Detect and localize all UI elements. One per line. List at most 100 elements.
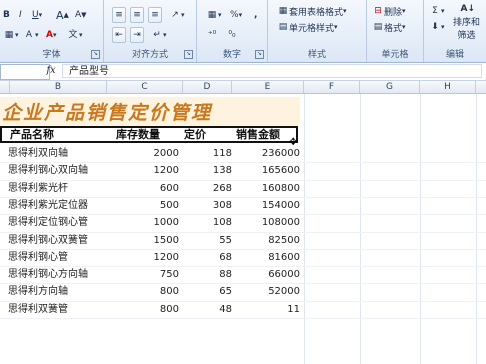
column-header-c[interactable]: C — [107, 81, 183, 93]
stock-cell[interactable]: 2000 — [107, 145, 179, 162]
select-all-corner[interactable] — [0, 81, 10, 93]
stock-cell[interactable]: 1200 — [107, 162, 179, 179]
decrease-indent-button[interactable]: ⇤ — [112, 27, 126, 43]
underline-button[interactable]: U ▾ — [31, 7, 43, 23]
table-row[interactable]: 思得利紫光定位器 500 308 154000 — [0, 197, 300, 214]
align-middle-button[interactable]: ≡ — [130, 7, 144, 23]
align-top-button[interactable]: ≡ — [112, 7, 126, 23]
table-row[interactable]: 思得利方向轴 800 65 52000 — [0, 283, 300, 300]
table-row[interactable]: 思得利双簧管 800 48 11 — [0, 301, 300, 318]
wrap-text-button[interactable]: ↵ ▾ — [150, 27, 168, 43]
stock-cell[interactable]: 1200 — [107, 249, 179, 266]
sales-cell[interactable]: 160800 — [232, 180, 300, 197]
formula-input[interactable]: 产品型号 — [62, 64, 482, 78]
borders-button[interactable]: ▦ ▾ — [2, 27, 20, 43]
product-name-cell[interactable]: 思得利钢心管 — [8, 249, 68, 266]
price-cell[interactable]: 308 — [183, 197, 232, 214]
price-cell[interactable]: 48 — [183, 301, 232, 318]
product-name-cell[interactable]: 思得利双簧管 — [8, 301, 68, 318]
price-cell[interactable]: 268 — [183, 180, 232, 197]
percent-button[interactable]: % ▾ — [229, 7, 243, 23]
phonetic-button[interactable]: 文 ▾ — [66, 27, 84, 43]
stock-cell[interactable]: 600 — [107, 180, 179, 197]
shrink-font-button[interactable]: A ▼ — [74, 7, 88, 23]
column-header-e[interactable]: E — [232, 81, 304, 93]
sales-cell[interactable]: 108000 — [232, 214, 300, 231]
font-dialog-launcher[interactable]: ↘ — [91, 50, 100, 59]
table-row[interactable]: 思得利紫光杆 600 268 160800 — [0, 180, 300, 197]
header-stock[interactable]: 库存数量 — [116, 126, 160, 143]
table-row[interactable]: 思得利钢心双向轴 1200 138 165600 — [0, 162, 300, 179]
table-row[interactable]: 思得利钢心方向轴 750 88 66000 — [0, 266, 300, 283]
price-cell[interactable]: 65 — [183, 283, 232, 300]
sales-cell[interactable]: 11 — [232, 301, 300, 318]
decrease-decimal-button[interactable]: ⁰₀ — [225, 27, 239, 43]
price-cell[interactable]: 108 — [183, 214, 232, 231]
styles-group: ▦ 套用表格格式 ▾ ▤ 单元格样式 ▾ 样式 — [268, 0, 367, 62]
table-row[interactable]: 思得利双向轴 2000 118 236000 — [0, 145, 300, 162]
increase-indent-button[interactable]: ⇥ — [130, 27, 144, 43]
sales-cell[interactable]: 154000 — [232, 197, 300, 214]
accounting-format-button[interactable]: ▦ ▾ — [205, 7, 223, 23]
cell-styles-button[interactable]: ▤ 单元格样式 ▾ — [276, 19, 339, 35]
product-name-cell[interactable]: 思得利定位钢心管 — [8, 214, 88, 231]
fill-color-button[interactable]: A ▾ — [22, 27, 40, 43]
sales-cell[interactable]: 82500 — [232, 232, 300, 249]
delete-cells-button[interactable]: ⊟ 删除 ▾ — [371, 3, 407, 19]
comma-button[interactable]: , — [253, 7, 258, 23]
product-name-cell[interactable]: 思得利方向轴 — [8, 283, 68, 300]
column-header-f[interactable]: F — [304, 81, 360, 93]
insert-function-icon[interactable]: fx — [44, 64, 58, 78]
grow-font-button[interactable]: A ▲ — [55, 7, 70, 23]
increase-decimal-button[interactable]: ⁺⁰ — [205, 27, 219, 43]
number-dialog-launcher[interactable]: ↘ — [255, 50, 264, 59]
cells-group: ⊟ 删除 ▾ ▤ 格式 ▾ 单元格 — [367, 0, 424, 62]
product-name-cell[interactable]: 思得利钢心双向轴 — [8, 162, 88, 179]
product-name-cell[interactable]: 思得利钢心方向轴 — [8, 266, 88, 283]
stock-cell[interactable]: 1000 — [107, 214, 179, 231]
price-cell[interactable]: 88 — [183, 266, 232, 283]
column-header-h[interactable]: H — [420, 81, 476, 93]
column-header-g[interactable]: G — [360, 81, 420, 93]
font-color-button[interactable]: A ▾ — [45, 27, 57, 43]
orientation-button[interactable]: ↗ ▾ — [168, 7, 186, 23]
align-bottom-button[interactable]: ≡ — [148, 7, 162, 23]
sheet-title[interactable]: 企业产品销售定价管理 — [2, 98, 212, 124]
header-product-name[interactable]: 产品名称 — [10, 126, 54, 143]
stock-cell[interactable]: 800 — [107, 301, 179, 318]
sales-cell[interactable]: 66000 — [232, 266, 300, 283]
stock-cell[interactable]: 800 — [107, 283, 179, 300]
sales-cell[interactable]: 165600 — [232, 162, 300, 179]
name-box[interactable] — [0, 64, 50, 80]
price-cell[interactable]: 68 — [183, 249, 232, 266]
paint-bucket-icon: A — [25, 29, 33, 40]
price-cell[interactable]: 118 — [183, 145, 232, 162]
stock-cell[interactable]: 750 — [107, 266, 179, 283]
product-name-cell[interactable]: 思得利钢心双簧管 — [8, 232, 88, 249]
table-row[interactable]: 思得利定位钢心管 1000 108 108000 — [0, 214, 300, 231]
italic-button[interactable]: I — [18, 7, 23, 23]
stock-cell[interactable]: 500 — [107, 197, 179, 214]
header-price[interactable]: 定价 — [184, 126, 206, 143]
product-name-cell[interactable]: 思得利紫光杆 — [8, 180, 68, 197]
bold-button[interactable]: B — [2, 7, 11, 23]
header-sales[interactable]: 销售金额 — [236, 126, 280, 143]
table-row[interactable]: 思得利钢心双簧管 1500 55 82500 — [0, 232, 300, 249]
product-name-cell[interactable]: 思得利双向轴 — [8, 145, 68, 162]
product-name-cell[interactable]: 思得利紫光定位器 — [8, 197, 88, 214]
format-cells-button[interactable]: ▤ 格式 ▾ — [371, 19, 407, 35]
table-row[interactable]: 思得利钢心管 1200 68 81600 — [0, 249, 300, 266]
format-as-table-button[interactable]: ▦ 套用表格格式 ▾ — [276, 3, 348, 19]
sort-filter-button[interactable]: A↓ 排序和 筛选 — [452, 3, 481, 41]
stock-cell[interactable]: 1500 — [107, 232, 179, 249]
fill-button[interactable]: ⬇ ▾ — [428, 19, 446, 35]
alignment-dialog-launcher[interactable]: ↘ — [184, 50, 193, 59]
column-header-d[interactable]: D — [183, 81, 232, 93]
price-cell[interactable]: 138 — [183, 162, 232, 179]
sales-cell[interactable]: 81600 — [232, 249, 300, 266]
price-cell[interactable]: 55 — [183, 232, 232, 249]
worksheet-grid[interactable]: B C D E F G H 企业产品销售定价管理 产品名称 库存数量 定价 销售… — [0, 81, 486, 364]
column-header-b[interactable]: B — [10, 81, 107, 93]
autosum-button[interactable]: Σ ▾ — [428, 3, 446, 19]
sales-cell[interactable]: 52000 — [232, 283, 300, 300]
